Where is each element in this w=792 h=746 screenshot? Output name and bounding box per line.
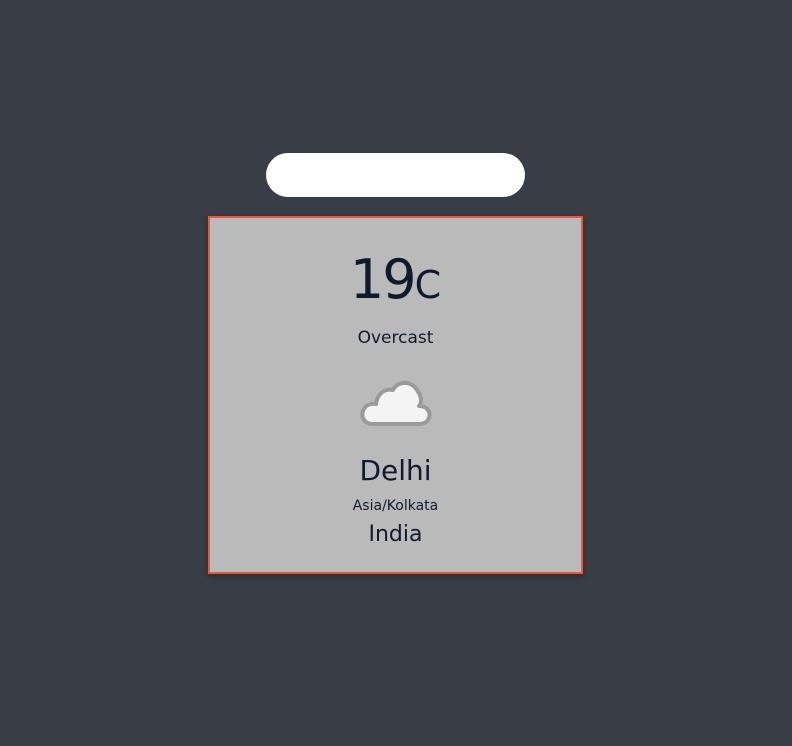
search-input[interactable] bbox=[266, 153, 525, 197]
country-name: India bbox=[368, 522, 423, 547]
temperature-value: 19 bbox=[349, 248, 417, 311]
cloud-icon bbox=[360, 380, 432, 426]
timezone-label: Asia/Kolkata bbox=[352, 498, 439, 514]
weather-condition: Overcast bbox=[357, 328, 434, 348]
temperature-unit: C bbox=[414, 263, 442, 307]
temperature-display: 19C bbox=[210, 248, 581, 317]
city-name: Delhi bbox=[359, 454, 432, 487]
weather-card: 19C Overcast Delhi Asia/Kolkata India bbox=[208, 216, 583, 574]
